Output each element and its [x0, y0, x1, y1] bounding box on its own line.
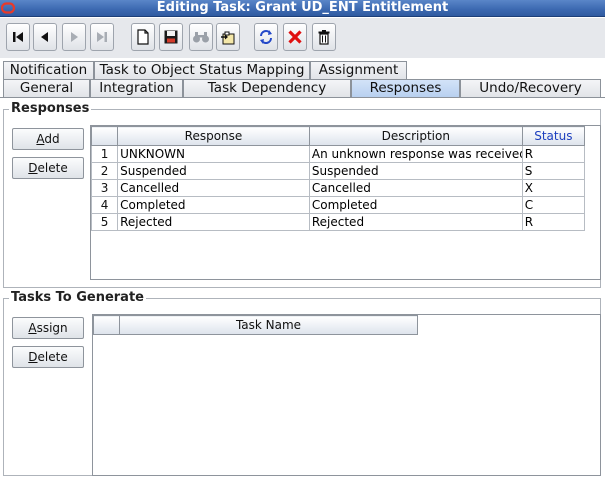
tab-notification[interactable]: Notification — [3, 61, 94, 79]
tab-undo-recovery[interactable]: Undo/Recovery — [460, 79, 601, 97]
tasks-to-generate-title: Tasks To Generate — [9, 290, 146, 305]
table-row[interactable]: 4 Completed Completed C — [90, 196, 586, 214]
row-number: 1 — [90, 145, 119, 163]
first-record-button[interactable] — [6, 23, 30, 51]
save-button[interactable] — [159, 23, 183, 51]
status-cell[interactable]: R — [521, 213, 586, 231]
tab-responses[interactable]: Responses — [351, 79, 460, 97]
last-record-button[interactable] — [90, 23, 114, 51]
description-cell[interactable]: Completed — [308, 196, 523, 214]
responses-header-row: Response Description Status — [90, 126, 586, 146]
response-cell[interactable]: Suspended — [117, 162, 310, 180]
row-number: 4 — [90, 196, 119, 214]
response-column-header[interactable]: Response — [117, 126, 310, 146]
next-record-button[interactable] — [62, 23, 86, 51]
next-record-icon — [71, 32, 78, 42]
task-name-column-header[interactable]: Task Name — [119, 315, 418, 335]
title-bar: Editing Task: Grant UD_ENT Entitlement — [0, 0, 605, 17]
tab-task-to-object-status-mapping[interactable]: Task to Object Status Mapping — [94, 61, 310, 79]
tab-assignment[interactable]: Assignment — [310, 61, 407, 79]
row-number-header — [90, 126, 119, 146]
table-row[interactable]: 3 Cancelled Cancelled X — [90, 179, 586, 197]
trash-icon — [318, 30, 330, 45]
tab-integration[interactable]: Integration — [90, 79, 183, 97]
add-label-rest: dd — [44, 132, 60, 146]
refresh-button[interactable] — [254, 23, 278, 51]
delete-label-rest: elete — [37, 161, 68, 175]
assign-mnemonic: A — [28, 321, 37, 335]
tasks-table: Task Name — [92, 314, 601, 476]
save-icon — [164, 30, 178, 44]
delete-response-button[interactable]: Delete — [12, 157, 84, 179]
new-button[interactable] — [131, 23, 155, 51]
new-document-icon — [137, 29, 149, 45]
table-row[interactable]: 2 Suspended Suspended S — [90, 162, 586, 180]
row-number: 3 — [90, 179, 119, 197]
table-row[interactable]: 5 Rejected Rejected R — [90, 213, 586, 231]
previous-record-icon — [41, 32, 48, 42]
previous-record-button[interactable] — [33, 23, 57, 51]
table-row[interactable]: 1 UNKNOWN An unknown response was receiv… — [90, 145, 586, 163]
description-cell[interactable]: Suspended — [308, 162, 523, 180]
assign-task-button[interactable]: Assign — [12, 317, 84, 339]
status-cell[interactable]: R — [521, 145, 586, 163]
response-cell[interactable]: Rejected — [117, 213, 310, 231]
description-cell[interactable]: Rejected — [308, 213, 523, 231]
responses-group-title: Responses — [9, 101, 92, 116]
row-number-header — [93, 315, 120, 335]
assign-icon — [221, 31, 235, 45]
refresh-icon — [260, 30, 272, 44]
description-cell[interactable]: An unknown response was received — [308, 145, 523, 163]
status-cell[interactable]: S — [521, 162, 586, 180]
add-response-button[interactable]: Add — [12, 128, 84, 150]
delete-task-mnemonic: D — [28, 350, 38, 364]
response-cell[interactable]: Completed — [117, 196, 310, 214]
last-record-icon — [97, 32, 107, 42]
status-cell[interactable]: C — [521, 196, 586, 214]
responses-table: Response Description Status 1 UNKNOWN An… — [90, 125, 601, 280]
binoculars-icon — [193, 32, 209, 43]
assign-button[interactable] — [216, 23, 240, 51]
response-cell[interactable]: UNKNOWN — [117, 145, 310, 163]
delete-mnemonic: D — [28, 161, 38, 175]
tab-task-dependency[interactable]: Task Dependency — [183, 79, 351, 97]
assign-label-rest: ssign — [36, 321, 68, 335]
tasks-header-row: Task Name — [93, 315, 418, 335]
cancel-button[interactable] — [283, 23, 307, 51]
status-column-header[interactable]: Status — [521, 126, 586, 146]
description-cell[interactable]: Cancelled — [308, 179, 523, 197]
tab-general[interactable]: General — [3, 79, 90, 97]
response-cell[interactable]: Cancelled — [117, 179, 310, 197]
row-number: 2 — [90, 162, 119, 180]
delete-task-label-rest: elete — [37, 350, 68, 364]
status-cell[interactable]: X — [521, 179, 586, 197]
delete-task-button[interactable]: Delete — [12, 346, 84, 368]
first-record-icon — [13, 32, 23, 42]
find-button[interactable] — [189, 23, 213, 51]
row-number: 5 — [90, 213, 119, 231]
window-title: Editing Task: Grant UD_ENT Entitlement — [156, 0, 449, 15]
delete-button[interactable] — [312, 23, 336, 51]
close-icon — [288, 30, 302, 44]
description-column-header[interactable]: Description — [308, 126, 523, 146]
toolbar — [0, 18, 605, 58]
